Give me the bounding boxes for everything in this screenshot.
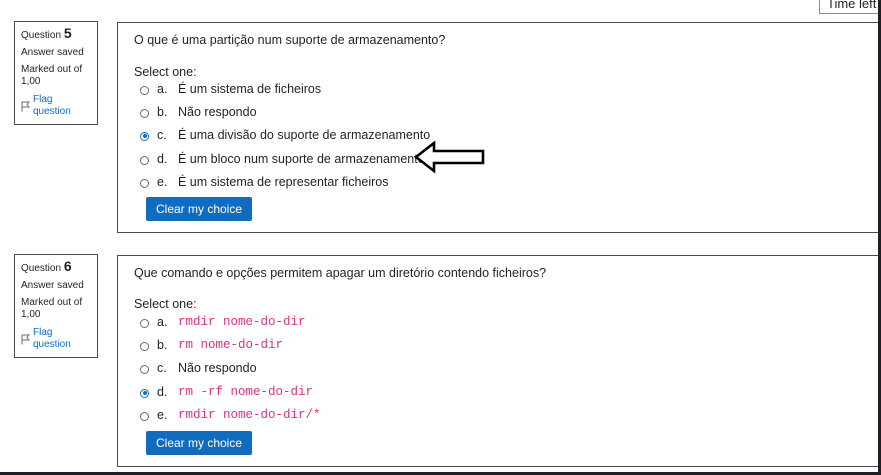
radio-button[interactable]: [140, 178, 149, 188]
radio-button[interactable]: [140, 85, 149, 95]
clear-my-choice-button-5[interactable]: Clear my choice: [146, 197, 252, 221]
question-status-5: Answer saved: [21, 47, 84, 58]
answer-option-6c[interactable]: c. Não respondo: [140, 359, 257, 377]
time-left-label: Time left 0: [827, 0, 881, 11]
time-left-indicator: Time left 0: [819, 0, 881, 14]
question-number-6: Question 6: [21, 258, 72, 274]
question-box-5: O que é uma partição num suporte de arma…: [117, 22, 881, 233]
question-box-6: Que comando e opções permitem apagar um …: [117, 255, 881, 467]
answer-option-6e[interactable]: e. rmdir nome-do-dir/*: [140, 406, 321, 424]
radio-button-selected[interactable]: [140, 388, 149, 398]
question-text-5: O que é uma partição num suporte de arma…: [134, 33, 446, 47]
select-one-prompt-5: Select one:: [134, 65, 197, 79]
radio-button-selected[interactable]: [140, 131, 149, 141]
answer-option-5e[interactable]: e. É um sistema de representar ficheiros: [140, 173, 389, 191]
radio-button[interactable]: [140, 108, 149, 118]
answer-option-5b[interactable]: b. Não respondo: [140, 103, 257, 121]
flag-icon: [21, 101, 30, 112]
question-marks-5: Marked out of 1,00: [21, 64, 83, 87]
answer-option-6d[interactable]: d. rm -rf nome-do-dir: [140, 383, 313, 401]
question-info-6: Question 6 Answer saved Marked out of 1,…: [14, 254, 98, 358]
flag-question-label: Flag question: [33, 327, 71, 350]
radio-button[interactable]: [140, 341, 149, 351]
question-marks-6: Marked out of 1,00: [21, 297, 83, 320]
flag-question-label: Flag question: [33, 94, 71, 117]
flag-icon: [21, 334, 30, 345]
answer-option-6b[interactable]: b. rm nome-do-dir: [140, 336, 283, 354]
radio-button[interactable]: [140, 364, 149, 374]
answer-option-6a[interactable]: a. rmdir nome-do-dir: [140, 313, 306, 331]
radio-button[interactable]: [140, 155, 149, 165]
radio-button[interactable]: [140, 411, 149, 421]
answer-option-5a[interactable]: a. É um sistema de ficheiros: [140, 80, 321, 98]
quiz-page: Time left 0 Question 5 Answer saved Mark…: [0, 0, 881, 475]
select-one-prompt-6: Select one:: [134, 297, 197, 311]
answer-option-5d[interactable]: d. É um bloco num suporte de armazenamen…: [140, 150, 425, 168]
question-status-6: Answer saved: [21, 280, 84, 291]
flag-question-link-5[interactable]: Flag question: [21, 94, 91, 118]
question-number-5: Question 5: [21, 25, 72, 41]
question-info-5: Question 5 Answer saved Marked out of 1,…: [14, 21, 98, 125]
clear-my-choice-button-6[interactable]: Clear my choice: [146, 431, 252, 455]
flag-question-link-6[interactable]: Flag question: [21, 327, 91, 351]
question-text-6: Que comando e opções permitem apagar um …: [134, 266, 547, 280]
radio-button[interactable]: [140, 318, 149, 328]
arrow-left-icon: [413, 140, 486, 180]
answer-option-5c[interactable]: c. É uma divisão do suporte de armazenam…: [140, 126, 430, 144]
